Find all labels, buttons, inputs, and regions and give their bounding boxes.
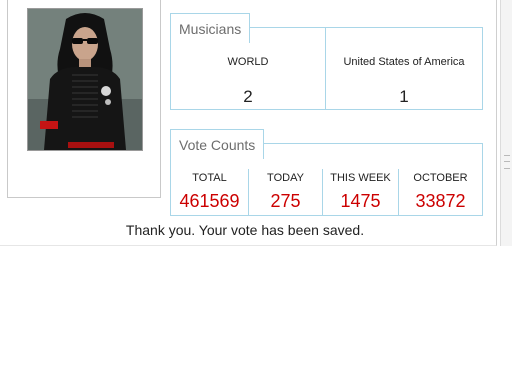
vote-total-column: TOTAL 461569	[171, 169, 248, 215]
musicians-country-column: United States of America 1	[325, 28, 482, 109]
vote-week-label: THIS WEEK	[330, 172, 391, 184]
musicians-world-value: 2	[243, 87, 253, 106]
vote-week-column: THIS WEEK 1475	[322, 169, 398, 215]
artist-photo	[27, 8, 143, 151]
vote-month-label: OCTOBER	[413, 172, 468, 184]
musicians-country-value: 1	[399, 87, 409, 106]
musicians-world-column: WORLD 2	[171, 28, 325, 109]
vote-week-value: 1475	[340, 191, 381, 211]
scrollbar-grip-icon[interactable]	[504, 155, 510, 169]
vote-today-value: 275	[270, 191, 301, 211]
vote-counts-panel: Vote Counts TOTAL 461569 TODAY 275 THIS …	[170, 129, 483, 216]
vote-saved-message: Thank you. Your vote has been saved.	[125, 222, 365, 238]
vote-month-value: 33872	[415, 191, 466, 211]
artist-photo-image	[28, 9, 142, 150]
musicians-country-label: United States of America	[343, 56, 465, 68]
vote-today-label: TODAY	[267, 172, 304, 184]
vote-month-column: OCTOBER 33872	[398, 169, 482, 215]
vote-total-label: TOTAL	[192, 172, 227, 184]
vote-total-value: 461569	[179, 191, 240, 211]
vertical-scrollbar[interactable]	[500, 0, 512, 246]
vote-today-column: TODAY 275	[248, 169, 322, 215]
vote-counts-title: Vote Counts	[170, 129, 265, 159]
artist-photo-frame	[7, 0, 161, 198]
musicians-panel: Musicians WORLD 2 United States of Ameri…	[170, 13, 483, 110]
musicians-world-label: WORLD	[227, 56, 269, 68]
